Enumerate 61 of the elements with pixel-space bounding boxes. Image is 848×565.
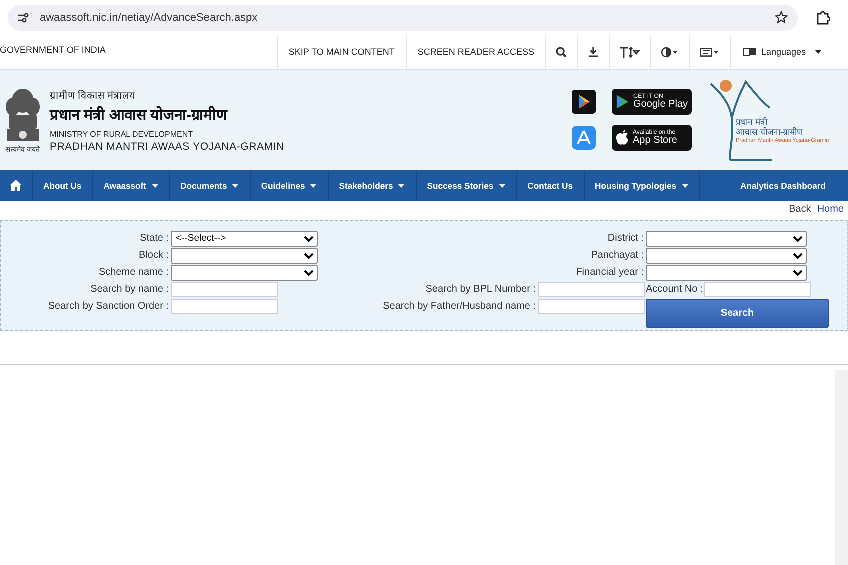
dropdown[interactable]: [171, 264, 318, 280]
display-settings-icon[interactable]: [700, 46, 720, 58]
logo-text: प्रधान मंत्री: [736, 118, 769, 127]
ministry-title-hindi: ग्रामीण विकास मंत्रालय: [50, 89, 137, 102]
language-icon: [743, 48, 758, 56]
search-icon[interactable]: [556, 46, 568, 58]
dropdown[interactable]: [646, 264, 807, 280]
text-size-icon[interactable]: [620, 46, 640, 58]
download-icon[interactable]: [588, 46, 600, 58]
nav-item[interactable]: Housing Typologies: [584, 170, 700, 201]
caret-icon: [815, 50, 822, 54]
languages-menu[interactable]: Languages: [730, 35, 848, 69]
field-label: Panchayat :: [590, 250, 645, 261]
field-label: Search by Father/Husband name :: [382, 301, 537, 312]
nav-item[interactable]: Documents: [170, 170, 251, 201]
input-field[interactable]: [538, 282, 645, 297]
input-field[interactable]: [704, 282, 811, 297]
nav-item[interactable]: Awaassoft: [93, 170, 170, 201]
field-label: District :: [606, 233, 645, 244]
scheme-title: PRADHAN MANTRI AWAAS YOJANA-GRAMIN: [50, 140, 286, 152]
extensions-icon[interactable]: [816, 10, 830, 24]
field-label: State :: [139, 233, 170, 244]
field-label: Account No :: [646, 284, 704, 295]
dropdown[interactable]: [646, 230, 807, 246]
logo-text: आवास योजना-ग्रामीण: [736, 128, 804, 138]
field-label: Search by BPL Number :: [424, 284, 537, 295]
play-store-icon[interactable]: [572, 90, 596, 114]
nav-item[interactable]: Success Stories: [416, 170, 518, 201]
site-settings-icon[interactable]: [18, 12, 30, 22]
app-store-icon[interactable]: [572, 126, 596, 150]
search-button[interactable]: Search: [646, 299, 829, 328]
dropdown[interactable]: [646, 248, 807, 264]
top-link[interactable]: SCREEN READER ACCESS: [406, 35, 546, 69]
home-icon[interactable]: [10, 180, 22, 191]
nav-item[interactable]: About Us: [33, 170, 94, 201]
field-label: Scheme name :: [98, 267, 170, 278]
nav-item[interactable]: Guidelines: [250, 170, 329, 201]
badge-store-name: App Store: [633, 136, 678, 146]
input-field[interactable]: [171, 282, 278, 297]
ministry-title: MINISTRY OF RURAL DEVELOPMENT: [50, 130, 194, 138]
apple-icon: [616, 130, 629, 146]
badge-store-name: Google Play: [634, 100, 688, 110]
breadcrumb-link[interactable]: Back: [789, 204, 812, 218]
play-store-icon: [616, 94, 630, 110]
government-title: GOVERNMENT OF INDIA: [0, 44, 107, 55]
scheme-title-hindi: प्रधान मंत्री आवास योजना-ग्रामीण: [50, 105, 229, 124]
field-label: Search by Sanction Order :: [47, 301, 170, 312]
field-label: Financial year :: [575, 267, 645, 278]
contrast-icon[interactable]: [661, 46, 680, 58]
nav-item[interactable]: Contact Us: [517, 170, 585, 201]
breadcrumb-link[interactable]: Home: [817, 204, 844, 218]
nav-item[interactable]: Stakeholders: [328, 170, 417, 201]
input-field[interactable]: [538, 299, 645, 314]
dropdown[interactable]: <--Select-->: [171, 230, 318, 246]
star-icon[interactable]: [775, 11, 788, 24]
field-label: Search by name :: [90, 284, 170, 295]
field-label: Block :: [138, 250, 170, 261]
top-link[interactable]: SKIP TO MAIN CONTENT: [276, 35, 406, 69]
input-field[interactable]: [171, 299, 278, 314]
nav-item[interactable]: Analytics Dashboard: [732, 170, 848, 201]
dropdown[interactable]: [171, 248, 318, 264]
